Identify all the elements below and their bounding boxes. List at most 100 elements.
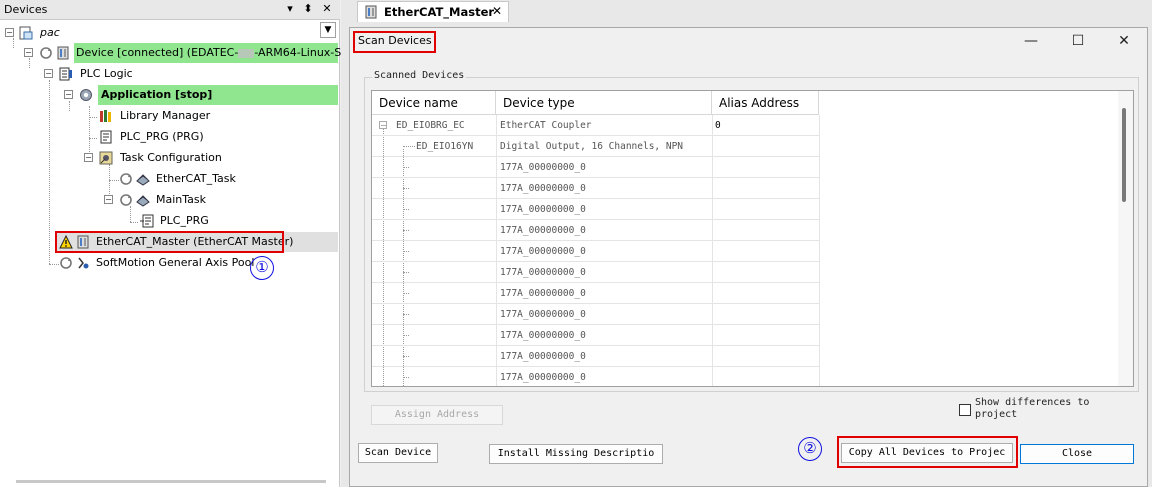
cell-alias-address (715, 346, 815, 367)
tree-line (403, 188, 409, 189)
tree-label: PLC_PRG (160, 214, 209, 227)
program-icon (100, 130, 112, 144)
tree-item-application[interactable]: − Application [stop] (0, 85, 338, 105)
table-row[interactable]: 177A_00000000_0 (372, 178, 819, 199)
tree-label: PLC_PRG (PRG) (120, 130, 204, 143)
tree-line (403, 377, 409, 378)
horizontal-scrollbar[interactable] (16, 480, 326, 483)
tree-item-plc-prg[interactable]: PLC_PRG (PRG) (0, 127, 320, 147)
tree-label: pac (40, 26, 60, 39)
sync-icon (120, 194, 132, 206)
tree-label: Device [connected] (EDATEC- -ARM64-Linux-… (76, 46, 356, 59)
table-row[interactable]: ED_EIO16YN Digital Output, 16 Channels, N… (372, 136, 819, 157)
annotation-red-box (837, 436, 1018, 468)
maximize-icon[interactable]: ☐ (1067, 31, 1089, 51)
tree-item-library-manager[interactable]: Library Manager (0, 106, 320, 126)
collapse-icon[interactable]: − (5, 28, 14, 37)
collapse-icon[interactable]: − (84, 153, 93, 162)
devices-pane: Devices ▾ ⬍ ✕ ▼ − pac − Device [connecte… (0, 0, 355, 487)
task-icon (136, 195, 150, 207)
cell-device-type: 177A_00000000_0 (500, 309, 586, 320)
cell-alias-address (715, 157, 815, 178)
cell-alias-address (715, 325, 815, 346)
cell-alias-address: 0 (715, 120, 721, 131)
scrollbar-thumb[interactable] (1122, 108, 1126, 202)
tree-line (403, 314, 409, 315)
tree-label: Library Manager (120, 109, 211, 122)
close-button[interactable]: Close (1020, 444, 1134, 464)
minimize-icon[interactable]: — (1020, 31, 1042, 51)
program-call-icon (140, 214, 154, 228)
cell-device-type: 177A_00000000_0 (500, 246, 586, 257)
tree-item-task-configuration[interactable]: − Task Configuration (0, 148, 320, 168)
cell-alias-address (715, 136, 815, 157)
cell-device-type: EtherCAT Coupler (500, 120, 592, 131)
collapse-icon[interactable]: − (64, 90, 73, 99)
table-row[interactable]: 177A_00000000_0 (372, 346, 819, 367)
column-header-device-name[interactable]: Device name (372, 91, 496, 115)
close-pane-icon[interactable]: ✕ (320, 2, 334, 16)
collapse-icon[interactable]: − (44, 69, 53, 78)
tree-line (403, 356, 409, 357)
ethercat-master-icon (365, 5, 377, 19)
device-icon (57, 46, 69, 60)
annotation-red-box (353, 31, 436, 53)
project-icon (19, 26, 33, 40)
devices-pane-header: Devices ▾ ⬍ ✕ (0, 0, 340, 20)
cell-device-type: Digital Output, 16 Channels, NPN (500, 141, 684, 152)
tree-item-pac[interactable]: − pac (0, 23, 320, 43)
collapse-icon[interactable]: − (104, 195, 113, 204)
tree-line (403, 230, 409, 231)
tree-item-device[interactable]: − Device [connected] (EDATEC- -ARM64-Linu… (0, 43, 355, 63)
column-header-alias-address[interactable]: Alias Address (712, 91, 819, 115)
scan-device-button[interactable]: Scan Device (358, 443, 438, 463)
tree-item-ethercat-task[interactable]: EtherCAT_Task (0, 169, 320, 189)
cell-alias-address (715, 283, 815, 304)
group-label: Scanned Devices (372, 70, 467, 81)
table-row[interactable]: 177A_00000000_0 (372, 367, 819, 386)
gear-icon (80, 89, 92, 101)
table-row[interactable]: 177A_00000000_0 (372, 241, 819, 262)
table-row[interactable]: 177A_00000000_0 (372, 262, 819, 283)
tree-label: Task Configuration (120, 151, 222, 164)
table-row[interactable]: − ED_EIOBRG_EC EtherCAT Coupler 0 (372, 115, 819, 136)
library-icon (100, 110, 111, 122)
tree-label: SoftMotion General Axis Pool (96, 256, 255, 269)
table-row[interactable]: 177A_00000000_0 (372, 325, 819, 346)
cell-alias-address (715, 304, 815, 325)
cell-alias-address (715, 178, 815, 199)
table-row[interactable]: 177A_00000000_0 (372, 199, 819, 220)
table-row[interactable]: 177A_00000000_0 (372, 283, 819, 304)
close-icon[interactable]: ✕ (1113, 31, 1135, 51)
tree-label: Application [stop] (101, 88, 213, 101)
tab-ethercat-master[interactable]: EtherCAT_Master ✕ (357, 1, 509, 22)
cell-device-type: 177A_00000000_0 (500, 372, 586, 383)
tree-item-main-task[interactable]: − MainTask (0, 190, 320, 210)
table-row[interactable]: 177A_00000000_0 (372, 220, 819, 241)
cell-alias-address (715, 262, 815, 283)
tree-line (403, 293, 409, 294)
table-row[interactable]: 177A_00000000_0 (372, 157, 819, 178)
collapse-icon[interactable]: − (379, 121, 387, 130)
tree-item-plc-prg-call[interactable]: PLC_PRG (0, 211, 320, 231)
annotation-number-1: ① (250, 256, 274, 280)
pane-menu-icon[interactable]: ▾ (283, 2, 297, 16)
column-separator (819, 115, 820, 386)
pin-icon[interactable]: ⬍ (301, 2, 315, 16)
tree-line (403, 272, 409, 273)
cell-device-type: 177A_00000000_0 (500, 225, 586, 236)
task-configuration-icon (99, 151, 113, 165)
scanned-devices-table[interactable]: Device name Device type Alias Address − E… (371, 90, 1134, 387)
assign-address-button[interactable]: Assign Address (371, 405, 503, 425)
collapse-icon[interactable]: − (24, 48, 33, 57)
close-tab-icon[interactable]: ✕ (492, 4, 502, 18)
column-header-device-type[interactable]: Device type (496, 91, 712, 115)
show-differences-checkbox[interactable] (959, 404, 971, 416)
cell-device-type: 177A_00000000_0 (500, 183, 586, 194)
tree-item-plc-logic[interactable]: − PLC Logic (0, 64, 320, 84)
tree-label: PLC Logic (80, 67, 133, 80)
pane-dropdown-button[interactable]: ▼ (320, 22, 336, 38)
table-row[interactable]: 177A_00000000_0 (372, 304, 819, 325)
install-missing-descriptions-button[interactable]: Install Missing Descriptio (489, 444, 663, 464)
devices-pane-title: Devices (4, 3, 48, 16)
